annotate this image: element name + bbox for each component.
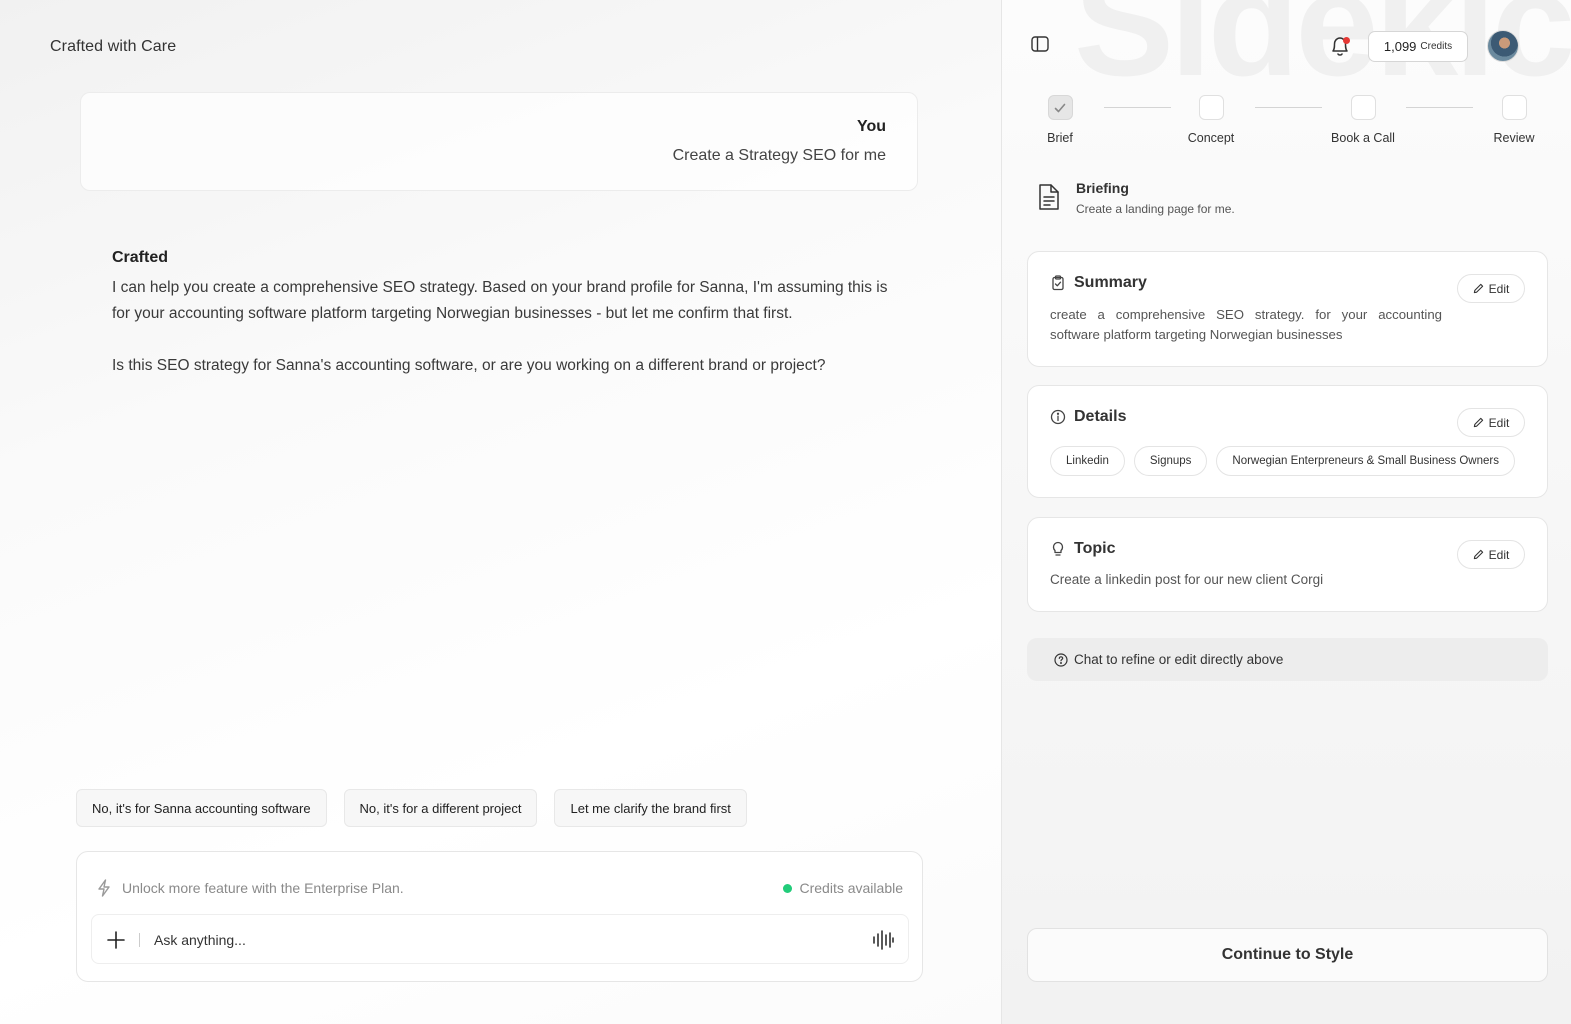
- avatar[interactable]: [1487, 30, 1519, 62]
- credits-label: Credits: [1420, 41, 1453, 52]
- details-edit-button[interactable]: Edit: [1457, 408, 1525, 437]
- refine-hint-text: Chat to refine or edit directly above: [1074, 652, 1284, 667]
- pencil-icon: [1473, 417, 1483, 428]
- clipboard-icon: [1052, 275, 1064, 291]
- assistant-paragraph-2: Is this SEO strategy for Sanna's account…: [112, 357, 826, 374]
- step-connector: [1255, 107, 1322, 108]
- progress-steps: Brief Concept Book a Call Review: [1002, 95, 1571, 155]
- suggestion-chip-clarify-brand[interactable]: Let me clarify the brand first: [554, 789, 747, 827]
- composer-header: Unlock more feature with the Enterprise …: [96, 879, 903, 897]
- details-card-header: Details: [1050, 408, 1126, 426]
- suggestion-chip-different-project[interactable]: No, it's for a different project: [343, 789, 538, 827]
- document-icon: [1039, 184, 1059, 210]
- pencil-icon: [1473, 283, 1483, 294]
- topic-title: Topic: [1074, 540, 1116, 557]
- summary-text: create a comprehensive SEO strategy. for…: [1050, 307, 1442, 342]
- continue-to-style-button[interactable]: Continue to Style: [1027, 928, 1548, 982]
- chat-input-row: [91, 914, 909, 964]
- pencil-icon: [1473, 549, 1483, 560]
- credits-amount: 1,099: [1383, 39, 1417, 54]
- sidebar-toggle-icon[interactable]: [1030, 34, 1050, 54]
- assistant-name: Crafted: [112, 249, 169, 266]
- credits-pill[interactable]: 1,099 Credits: [1368, 31, 1468, 62]
- details-title: Details: [1074, 408, 1127, 425]
- step-checkbox: [1501, 95, 1527, 120]
- tag-audience: Norwegian Enterpreneurs & Small Business…: [1216, 446, 1515, 476]
- user-message: Create a Strategy SEO for me: [672, 147, 886, 164]
- refine-hint: Chat to refine or edit directly above: [1027, 638, 1548, 681]
- check-icon: [1054, 103, 1066, 112]
- step-checkbox: [1047, 95, 1073, 120]
- lightbulb-icon: [1052, 541, 1064, 556]
- step-label: Book a Call: [1331, 131, 1395, 145]
- details-tags: Linkedin Signups Norwegian Enterpreneurs…: [1050, 446, 1515, 476]
- input-divider: [139, 933, 140, 947]
- step-label: Review: [1493, 131, 1535, 145]
- composer: Unlock more feature with the Enterprise …: [76, 851, 923, 982]
- user-name: You: [856, 118, 886, 135]
- edit-label: Edit: [1488, 415, 1510, 430]
- step-review[interactable]: Review: [1464, 95, 1564, 145]
- tag-goal: Signups: [1133, 446, 1208, 476]
- step-checkbox: [1198, 95, 1224, 120]
- step-label: Concept: [1187, 131, 1235, 145]
- topic-text: Create a linkedin post for our new clien…: [1050, 572, 1324, 587]
- summary-card-header: Summary: [1050, 274, 1147, 292]
- details-card: Details Edit Linkedin Signups Norwegian …: [1027, 385, 1548, 498]
- credits-status: Credits available: [782, 880, 904, 896]
- voice-wave-icon[interactable]: [872, 929, 894, 951]
- briefing-subtitle: Create a landing page for me.: [1076, 202, 1235, 216]
- chat-pane: Crafted with Care You Create a Strategy …: [0, 0, 1001, 1024]
- step-concept[interactable]: Concept: [1161, 95, 1261, 145]
- step-book-a-call[interactable]: Book a Call: [1313, 95, 1413, 145]
- topic-edit-button[interactable]: Edit: [1457, 540, 1525, 569]
- info-icon: [1050, 409, 1066, 425]
- brief-side-pane: Sidekic 1,099 Credits Brief Concept Book…: [1001, 0, 1571, 1024]
- status-dot: [782, 883, 792, 893]
- summary-title: Summary: [1074, 274, 1147, 291]
- step-brief[interactable]: Brief: [1010, 95, 1110, 145]
- assistant-message: Crafted I can help you create a comprehe…: [112, 249, 902, 379]
- edit-label: Edit: [1488, 547, 1510, 562]
- app-title: Crafted with Care: [50, 38, 177, 55]
- help-circle-icon: [1054, 653, 1068, 667]
- credits-status-label: Credits available: [799, 880, 904, 896]
- topic-card: Topic Edit Create a linkedin post for ou…: [1027, 517, 1548, 612]
- suggestion-chip-sanna[interactable]: No, it's for Sanna accounting software: [76, 789, 327, 827]
- topic-card-header: Topic: [1050, 540, 1115, 558]
- tag-channel: Linkedin: [1050, 446, 1125, 476]
- step-checkbox: [1350, 95, 1376, 120]
- enterprise-promo-text: Unlock more feature with the Enterprise …: [122, 880, 404, 896]
- summary-card: Summary Edit create a comprehensive SEO …: [1027, 251, 1548, 367]
- plus-icon[interactable]: [104, 928, 128, 952]
- step-label: Brief: [1047, 131, 1073, 145]
- assistant-paragraph-1: I can help you create a comprehensive SE…: [112, 279, 888, 322]
- edit-label: Edit: [1488, 281, 1510, 296]
- notification-dot: [1343, 37, 1350, 44]
- summary-edit-button[interactable]: Edit: [1457, 274, 1525, 303]
- step-connector: [1406, 107, 1473, 108]
- user-message-card: You Create a Strategy SEO for me: [80, 92, 918, 191]
- suggestion-chips: No, it's for Sanna accounting software N…: [76, 789, 747, 827]
- chat-input[interactable]: [154, 928, 854, 952]
- bolt-icon: [98, 879, 110, 897]
- briefing-title: Briefing: [1076, 180, 1129, 196]
